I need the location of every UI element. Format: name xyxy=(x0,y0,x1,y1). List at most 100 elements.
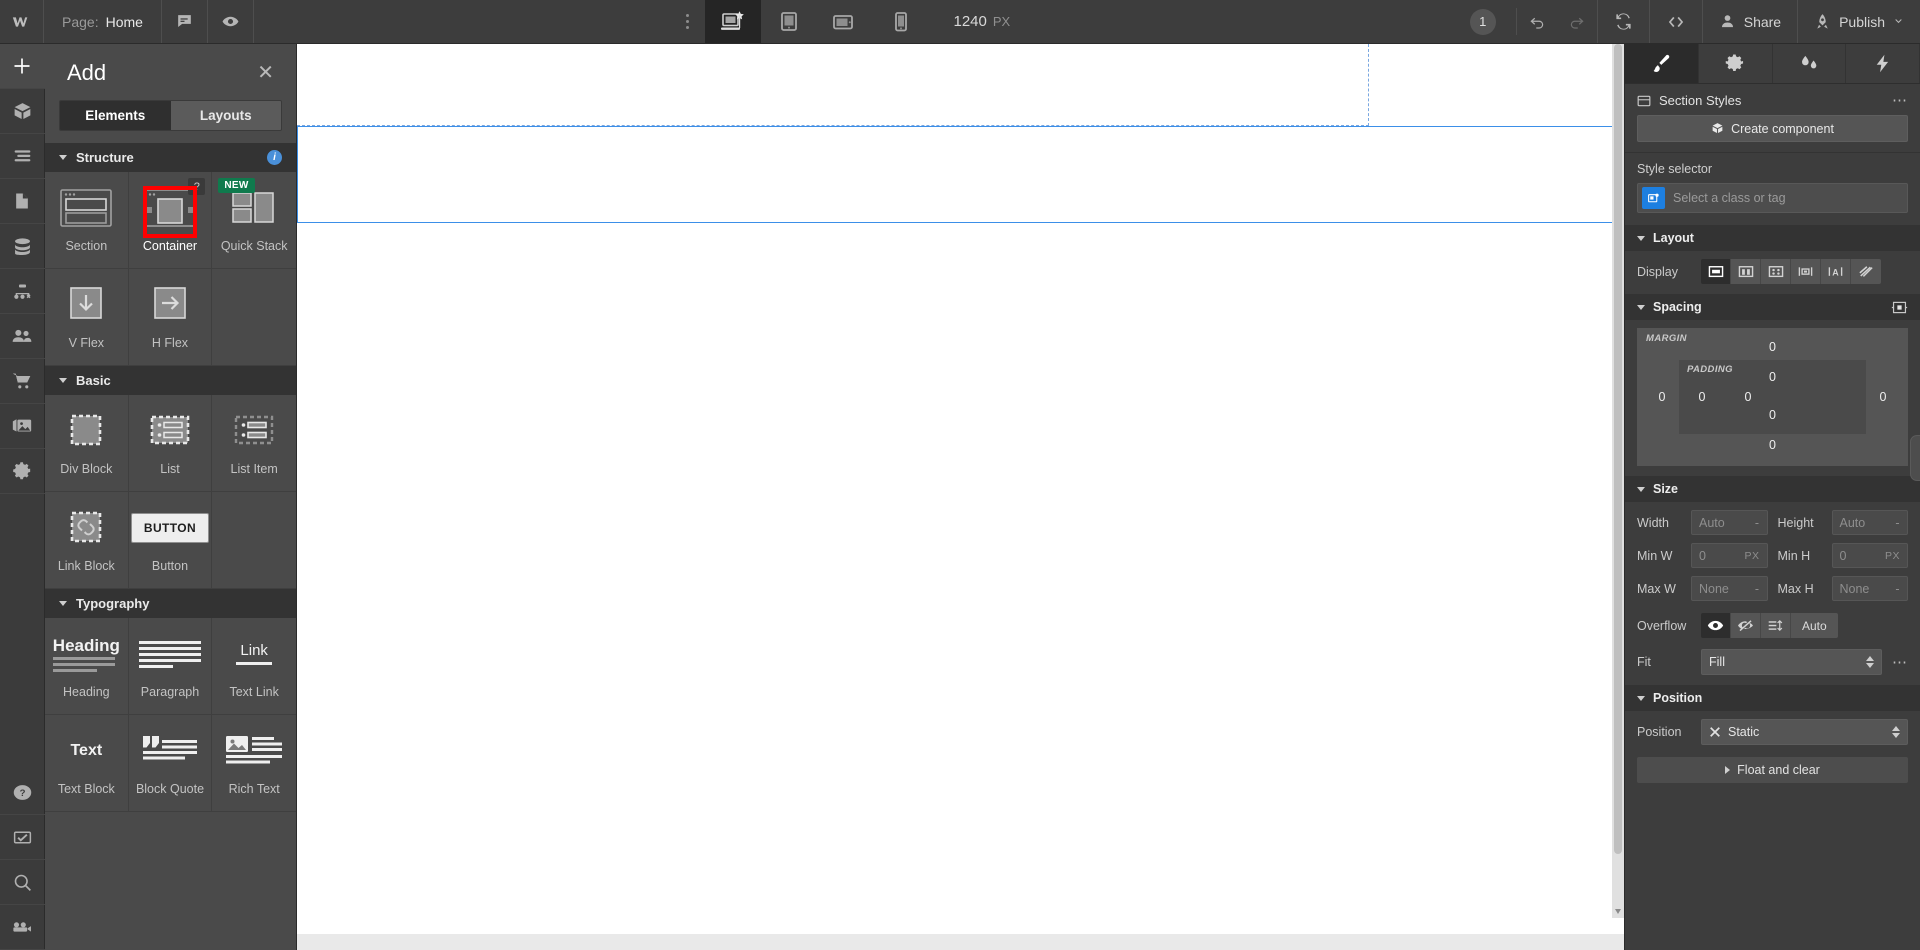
add-panel-scroll[interactable]: Structure i Section ? Container NEW Quic… xyxy=(45,143,296,950)
rail-navigator[interactable] xyxy=(0,134,45,179)
width-input[interactable]: Auto - xyxy=(1691,510,1768,535)
rail-video[interactable] xyxy=(0,905,45,950)
share-button[interactable]: Share xyxy=(1701,0,1797,43)
padding-left-value[interactable]: 0 xyxy=(1685,390,1719,404)
element-heading[interactable]: Heading Heading xyxy=(45,618,129,715)
margin-left-value[interactable]: 0 xyxy=(1645,360,1679,434)
float-and-clear-toggle[interactable]: Float and clear xyxy=(1637,757,1908,783)
overflow-scroll[interactable] xyxy=(1761,613,1791,638)
rail-ecommerce[interactable] xyxy=(0,359,45,404)
canvas-area[interactable] xyxy=(297,44,1624,950)
overflow-auto[interactable]: Auto xyxy=(1791,613,1838,638)
max-width-input[interactable]: None - xyxy=(1691,576,1768,601)
element-text-block[interactable]: Text Text Block xyxy=(45,715,129,812)
create-component-button[interactable]: Create component xyxy=(1637,115,1908,142)
webflow-logo-button[interactable] xyxy=(0,0,44,43)
page-selector[interactable]: Page: Home xyxy=(44,0,162,43)
code-export-button[interactable] xyxy=(1648,0,1702,43)
style-selector-input[interactable]: Select a class or tag xyxy=(1637,183,1908,213)
element-v-flex[interactable]: V Flex xyxy=(45,269,129,366)
rail-cms[interactable] xyxy=(0,224,45,269)
display-block[interactable] xyxy=(1701,259,1731,284)
section-header-basic[interactable]: Basic xyxy=(45,366,296,395)
viewport-width-display[interactable]: 1240 PX xyxy=(929,0,1034,43)
section-header-layout[interactable]: Layout xyxy=(1625,225,1920,251)
fit-select[interactable]: Fill xyxy=(1701,649,1882,675)
tab-effects[interactable] xyxy=(1846,44,1920,83)
canvas-body-block[interactable] xyxy=(297,44,1369,126)
rail-audit[interactable] xyxy=(0,815,45,860)
min-height-input[interactable]: 0 PX xyxy=(1831,543,1908,568)
tab-settings[interactable] xyxy=(1699,44,1773,83)
preview-button[interactable] xyxy=(208,0,254,43)
display-none[interactable] xyxy=(1851,259,1881,284)
element-button[interactable]: BUTTON Button xyxy=(128,492,213,589)
breakpoint-mobile-portrait[interactable] xyxy=(873,0,929,43)
breakpoint-overflow-button[interactable] xyxy=(669,0,705,43)
page-canvas[interactable] xyxy=(297,44,1624,934)
scrollbar-thumb[interactable] xyxy=(1614,44,1622,854)
section-header-typography[interactable]: Typography xyxy=(45,589,296,618)
spacing-expand-icon[interactable] xyxy=(1891,301,1908,314)
element-container[interactable]: ? Container xyxy=(128,172,213,269)
element-rich-text[interactable]: Rich Text xyxy=(212,715,296,812)
panel-resize-handle[interactable] xyxy=(1910,435,1920,481)
fit-more-icon[interactable]: ⋯ xyxy=(1892,655,1908,670)
comments-button[interactable] xyxy=(162,0,208,43)
element-list-item[interactable]: List Item xyxy=(212,395,296,492)
close-icon[interactable]: ✕ xyxy=(257,63,274,83)
tab-style[interactable] xyxy=(1625,44,1699,83)
margin-bottom-value[interactable]: 0 xyxy=(1645,434,1900,458)
section-header-structure[interactable]: Structure i xyxy=(45,143,296,172)
rail-users[interactable] xyxy=(0,314,45,359)
element-section[interactable]: Section xyxy=(45,172,129,269)
padding-right-value[interactable]: 0 xyxy=(1731,390,1765,404)
element-h-flex[interactable]: H Flex xyxy=(128,269,213,366)
element-block-quote[interactable]: Block Quote xyxy=(128,715,213,812)
section-header-size[interactable]: Size xyxy=(1625,476,1920,502)
publish-button[interactable]: Publish xyxy=(1797,0,1920,43)
section-header-position[interactable]: Position xyxy=(1625,685,1920,711)
overflow-hidden[interactable] xyxy=(1731,613,1761,638)
element-div-block[interactable]: Div Block xyxy=(45,395,129,492)
element-quick-stack[interactable]: NEW Quick Stack xyxy=(212,172,296,269)
max-height-input[interactable]: None - xyxy=(1831,576,1908,601)
canvas-selected-section[interactable] xyxy=(297,126,1624,223)
display-inline-block[interactable] xyxy=(1791,259,1821,284)
min-width-input[interactable]: 0 PX xyxy=(1691,543,1768,568)
height-input[interactable]: Auto - xyxy=(1831,510,1908,535)
element-text-link[interactable]: Link Text Link xyxy=(212,618,296,715)
tab-interactions[interactable] xyxy=(1773,44,1847,83)
display-grid[interactable] xyxy=(1761,259,1791,284)
rail-add-panel[interactable] xyxy=(0,44,45,89)
overflow-visible[interactable] xyxy=(1701,613,1731,638)
canvas-scrollbar[interactable] xyxy=(1612,44,1624,918)
display-inline[interactable]: A xyxy=(1821,259,1851,284)
rail-assets[interactable] xyxy=(0,404,45,449)
tab-layouts[interactable]: Layouts xyxy=(170,101,281,130)
redo-button[interactable] xyxy=(1557,0,1597,43)
margin-right-value[interactable]: 0 xyxy=(1866,360,1900,434)
breakpoint-tablet[interactable] xyxy=(761,0,817,43)
rail-components[interactable] xyxy=(0,89,45,134)
breakpoint-desktop[interactable] xyxy=(705,0,762,43)
breakpoint-mobile-landscape[interactable] xyxy=(817,0,873,43)
tab-elements[interactable]: Elements xyxy=(60,101,171,130)
collaborators-indicator[interactable]: 1 xyxy=(1450,0,1516,43)
element-link-block[interactable]: Link Block xyxy=(45,492,129,589)
position-select[interactable]: Static xyxy=(1701,719,1908,745)
sync-button[interactable] xyxy=(1596,0,1649,43)
info-icon[interactable]: i xyxy=(267,150,282,165)
element-paragraph[interactable]: Paragraph xyxy=(128,618,213,715)
scroll-down-arrow-icon[interactable] xyxy=(1615,909,1621,914)
undo-button[interactable] xyxy=(1517,0,1557,43)
rail-search[interactable] xyxy=(0,860,45,905)
rail-pages[interactable] xyxy=(0,179,45,224)
display-flex[interactable] xyxy=(1731,259,1761,284)
element-list[interactable]: List xyxy=(128,395,213,492)
more-dots-icon[interactable]: ⋯ xyxy=(1892,93,1908,108)
padding-bottom-value[interactable]: 0 xyxy=(1685,404,1860,428)
rail-logic[interactable] xyxy=(0,269,45,314)
rail-settings[interactable] xyxy=(0,449,45,494)
rail-help[interactable]: ? xyxy=(0,770,45,815)
